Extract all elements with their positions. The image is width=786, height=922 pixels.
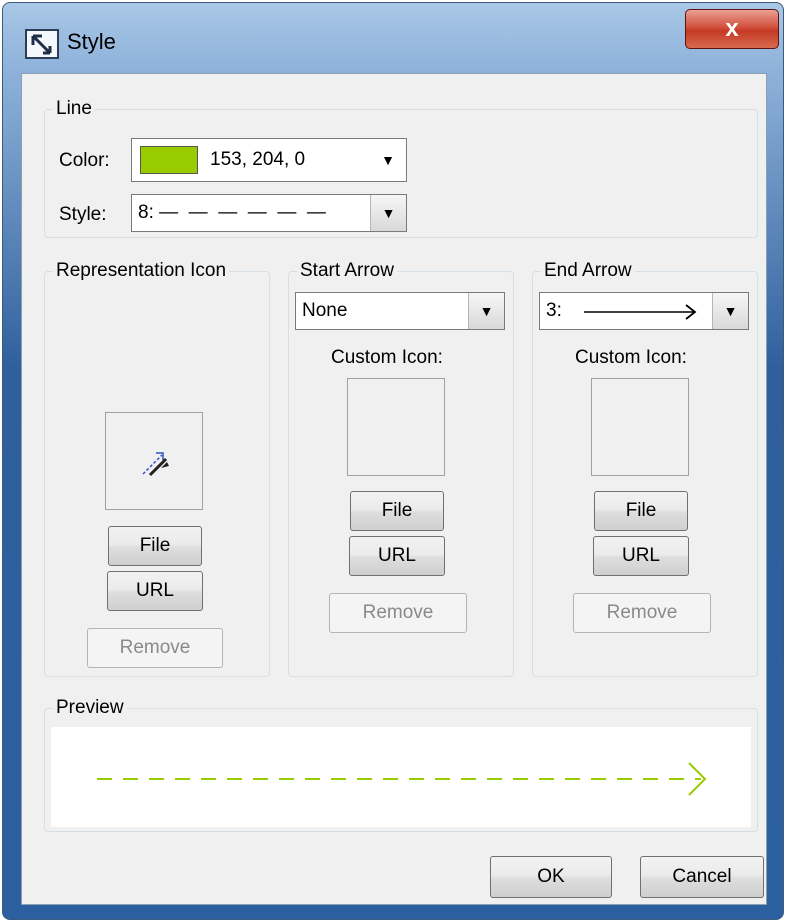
style-dialog: Style x Line Color: 153, 204, 0 ▼ Style:… — [2, 2, 784, 920]
end-arrow-section-title: End Arrow — [541, 259, 635, 283]
end-file-button[interactable]: File — [594, 491, 688, 531]
ok-button[interactable]: OK — [490, 856, 612, 898]
representation-remove-button[interactable]: Remove — [87, 628, 223, 668]
chevron-down-icon: ▼ — [712, 293, 748, 329]
window-title: Style — [67, 29, 116, 54]
end-remove-button[interactable]: Remove — [573, 593, 711, 633]
start-arrow-section-title: Start Arrow — [297, 259, 397, 283]
start-arrow-dropdown[interactable]: None ▼ — [295, 292, 505, 330]
start-file-button[interactable]: File — [350, 491, 444, 531]
line-style-value: 8: — — — — — — — [138, 202, 326, 223]
start-custom-icon-preview — [347, 378, 445, 476]
color-value: 153, 204, 0 — [210, 149, 306, 170]
end-url-button[interactable]: URL — [593, 536, 689, 576]
end-custom-icon-preview — [591, 378, 689, 476]
chevron-down-icon: ▼ — [370, 195, 406, 231]
start-arrow-section: Start Arrow None ▼ Custom Icon: File URL… — [288, 259, 514, 677]
end-arrow-dropdown[interactable]: 3: ▼ — [539, 292, 749, 330]
end-arrow-section: End Arrow 3: ▼ Custom Icon: File URL Rem… — [532, 259, 758, 677]
diagram-style-icon — [25, 29, 59, 59]
preview-section-title: Preview — [53, 696, 127, 720]
arrow-line-icon — [584, 304, 697, 320]
chevron-down-icon: ▼ — [381, 152, 395, 168]
start-url-button[interactable]: URL — [349, 536, 445, 576]
end-arrow-value: 3: — [546, 300, 562, 321]
cancel-button[interactable]: Cancel — [640, 856, 764, 898]
preview-dashed-line — [97, 762, 707, 796]
start-arrow-value: None — [302, 300, 348, 321]
chevron-down-icon: ▼ — [468, 293, 504, 329]
dialog-content: Line Color: 153, 204, 0 ▼ Style: 8: — — … — [21, 73, 767, 905]
representation-file-button[interactable]: File — [108, 526, 202, 566]
end-custom-icon-label: Custom Icon: — [575, 347, 687, 368]
style-label: Style: — [59, 204, 107, 225]
line-style-dropdown[interactable]: 8: — — — — — — ▼ — [131, 194, 407, 232]
title-bar[interactable]: Style x — [3, 3, 783, 81]
start-remove-button[interactable]: Remove — [329, 593, 467, 633]
representation-icon-section: Representation Icon File URL Remove — [44, 259, 270, 677]
close-button[interactable]: x — [685, 9, 779, 49]
preview-canvas — [51, 727, 751, 827]
preview-section: Preview — [44, 696, 758, 832]
line-section: Line Color: 153, 204, 0 ▼ Style: 8: — — … — [44, 97, 758, 238]
start-custom-icon-label: Custom Icon: — [331, 347, 443, 368]
path-link-icon — [142, 452, 169, 477]
representation-section-title: Representation Icon — [53, 259, 230, 283]
color-label: Color: — [59, 150, 110, 171]
color-swatch — [140, 146, 198, 174]
representation-url-button[interactable]: URL — [107, 571, 203, 611]
line-section-title: Line — [53, 97, 95, 121]
representation-icon-preview — [105, 412, 203, 510]
color-dropdown[interactable]: 153, 204, 0 ▼ — [131, 138, 407, 182]
